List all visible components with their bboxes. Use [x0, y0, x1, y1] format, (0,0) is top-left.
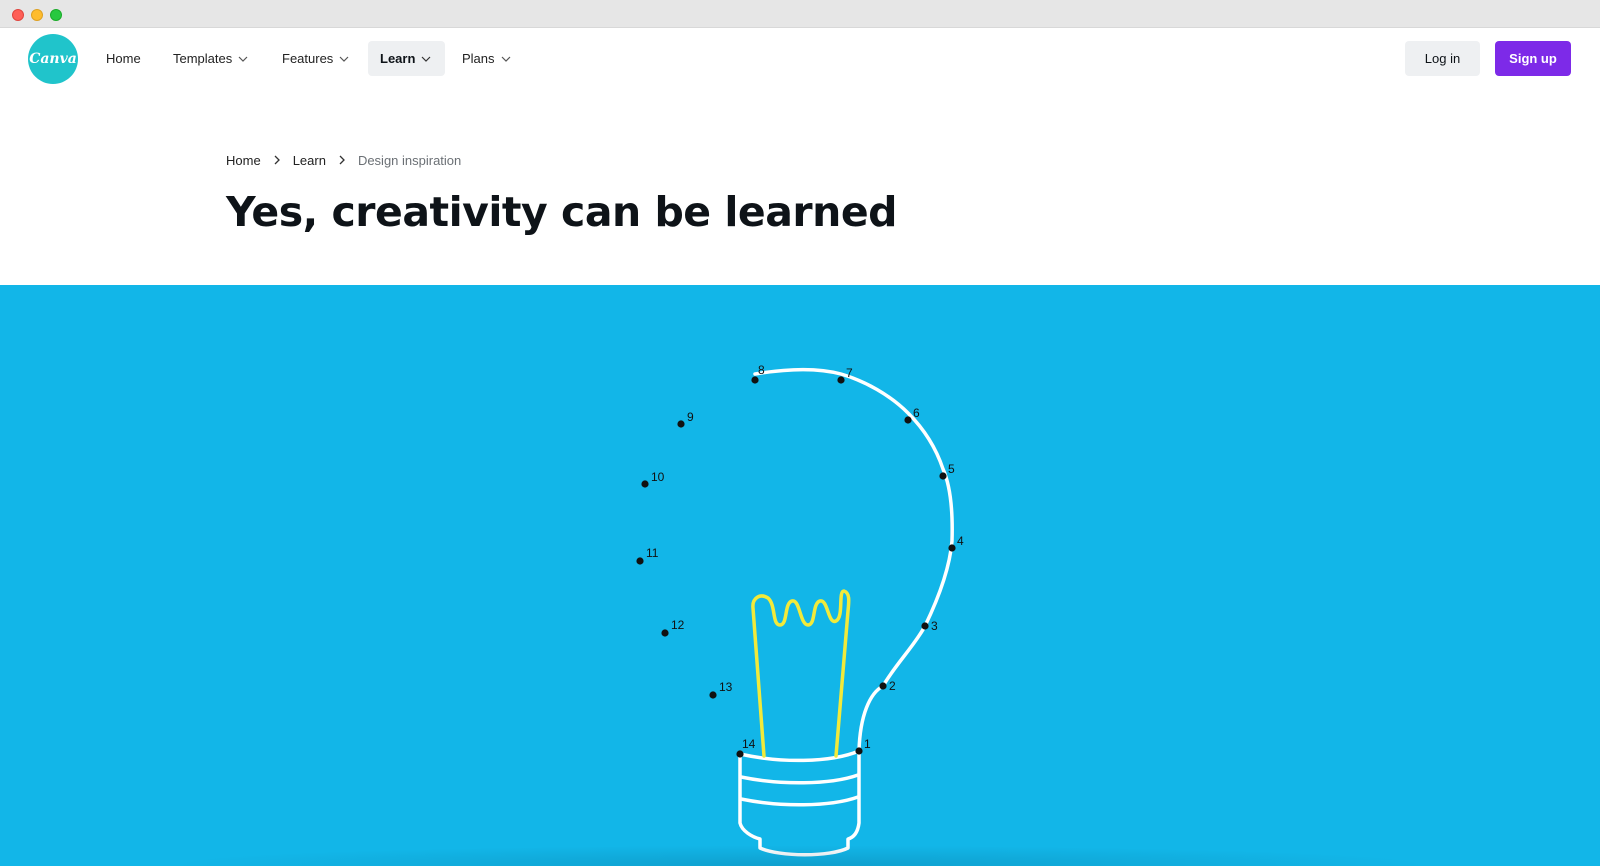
nav-item-label: Features	[282, 51, 334, 66]
nav-item-label: Plans	[462, 51, 495, 66]
dot-label: 7	[846, 366, 853, 380]
minimize-window-button[interactable]	[31, 9, 43, 21]
chevron-down-icon	[238, 54, 248, 64]
canva-logo[interactable]: Canva	[28, 34, 78, 84]
bulb-filament-stroke	[751, 589, 851, 758]
nav-item-label: Templates	[173, 51, 233, 66]
maximize-window-button[interactable]	[50, 9, 62, 21]
chevron-down-icon	[421, 54, 431, 64]
dot-label: 12	[671, 618, 685, 632]
nav-item-templates[interactable]: Templates	[161, 41, 260, 76]
hero-bottom-shadow	[160, 845, 1440, 866]
nav-item-plans[interactable]: Plans	[450, 41, 523, 76]
dot-12: 12	[661, 618, 685, 637]
dot-label: 14	[742, 737, 756, 751]
breadcrumb-current: Design inspiration	[357, 152, 462, 168]
breadcrumb-home-link[interactable]: Home	[226, 153, 261, 168]
dot-label: 3	[931, 619, 938, 633]
dot-label: 13	[719, 680, 733, 694]
nav-item-features[interactable]: Features	[270, 41, 361, 76]
bulb-base-band	[739, 795, 860, 807]
dot-11: 11	[636, 546, 659, 565]
dot-label: 9	[687, 410, 694, 424]
dot-label: 5	[948, 462, 955, 476]
dot-9: 9	[677, 410, 694, 428]
dot-label: 11	[646, 546, 659, 560]
hero-banner: 1 2 3 4 5 6 7 8 9 10 11 12 13 14	[0, 285, 1600, 866]
breadcrumb-learn-link[interactable]: Learn	[293, 153, 326, 168]
bulb-base-band	[739, 773, 860, 785]
dot-label: 2	[889, 679, 896, 693]
bulb-outline-stroke	[753, 367, 954, 753]
dot-label: 10	[651, 470, 665, 484]
chevron-right-icon	[273, 153, 281, 168]
nav-item-label: Home	[106, 51, 141, 66]
dot-label: 8	[758, 363, 765, 377]
nav-item-learn[interactable]: Learn	[368, 41, 445, 76]
dot-label: 4	[957, 534, 964, 548]
dot-label: 1	[864, 737, 871, 751]
breadcrumb: Home Learn Design inspiration	[226, 150, 461, 170]
page-title: Yes, creativity can be learned	[226, 188, 897, 236]
dot-10: 10	[641, 470, 665, 488]
chevron-down-icon	[501, 54, 511, 64]
dot-13: 13	[709, 680, 733, 699]
top-navigation: Canva Home Templates Features Learn Plan…	[0, 28, 1600, 90]
close-window-button[interactable]	[12, 9, 24, 21]
lightbulb-connect-dots-illustration: 1 2 3 4 5 6 7 8 9 10 11 12 13 14	[636, 363, 964, 857]
dot-label: 6	[913, 406, 920, 420]
nav-item-home[interactable]: Home	[94, 41, 153, 76]
login-button[interactable]: Log in	[1405, 41, 1480, 76]
browser-window: Canva Home Templates Features Learn Plan…	[0, 0, 1600, 866]
signup-button[interactable]: Sign up	[1495, 41, 1571, 76]
logo-text: Canva	[29, 51, 77, 67]
chevron-right-icon	[338, 153, 346, 168]
chevron-down-icon	[339, 54, 349, 64]
window-titlebar	[0, 0, 1600, 28]
bulb-base-band	[738, 749, 861, 763]
nav-item-label: Learn	[380, 51, 416, 66]
